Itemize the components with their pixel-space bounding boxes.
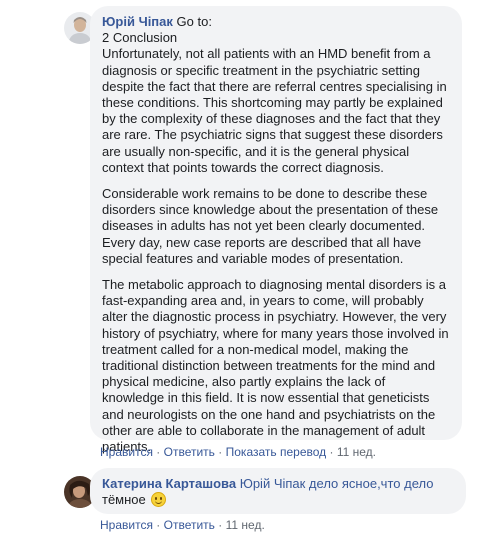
comment-author[interactable]: Юрій Чіпак [102, 14, 173, 29]
separator-dot: · [218, 445, 223, 459]
show-translation-link[interactable]: Показать перевод [226, 445, 327, 459]
comment-bubble: Юрій Чіпак Go to: 2 Conclusion Unfortuna… [90, 6, 462, 454]
comment-author[interactable]: Катерина Карташова [102, 476, 236, 491]
reply-button[interactable]: Ответить [164, 445, 215, 459]
comment-heading-line-2: 2 Conclusion [102, 30, 178, 46]
comment-actions: Нравится · Ответить · 11 нед. [100, 518, 265, 532]
comment-text-line-2: тёмное [102, 492, 454, 508]
comment-text: тёмное [102, 492, 146, 508]
comment-paragraph-1: Unfortunately, not all patients with an … [102, 46, 447, 175]
comment-paragraph-3: The metabolic approach to diagnosing men… [102, 277, 449, 455]
comment-actions: Нравится · Ответить · Показать перевод ·… [100, 445, 376, 459]
separator-dot: · [156, 518, 161, 532]
like-button[interactable]: Нравится [100, 518, 153, 532]
smiley-icon [151, 492, 167, 508]
separator-dot: · [218, 518, 223, 532]
comment-heading-line-1: Go to: [176, 14, 212, 29]
comment-timestamp[interactable]: 11 нед. [226, 518, 265, 532]
comment-paragraph-2: Considerable work remains to be done to … [102, 186, 439, 266]
separator-dot: · [156, 445, 161, 459]
comment-bubble: Катерина Карташова Юрій Чіпак дело ясное… [90, 468, 466, 514]
mentioned-user-link[interactable]: Юрій Чіпак дело ясное,что дело [240, 476, 434, 491]
comment-text-line-1: Катерина Карташова Юрій Чіпак дело ясное… [102, 476, 454, 492]
like-button[interactable]: Нравится [100, 445, 153, 459]
comment-header: Юрій Чіпак Go to: [102, 14, 450, 30]
separator-dot: · [329, 445, 334, 459]
comment-timestamp[interactable]: 11 нед. [337, 445, 376, 459]
reply-button[interactable]: Ответить [164, 518, 215, 532]
